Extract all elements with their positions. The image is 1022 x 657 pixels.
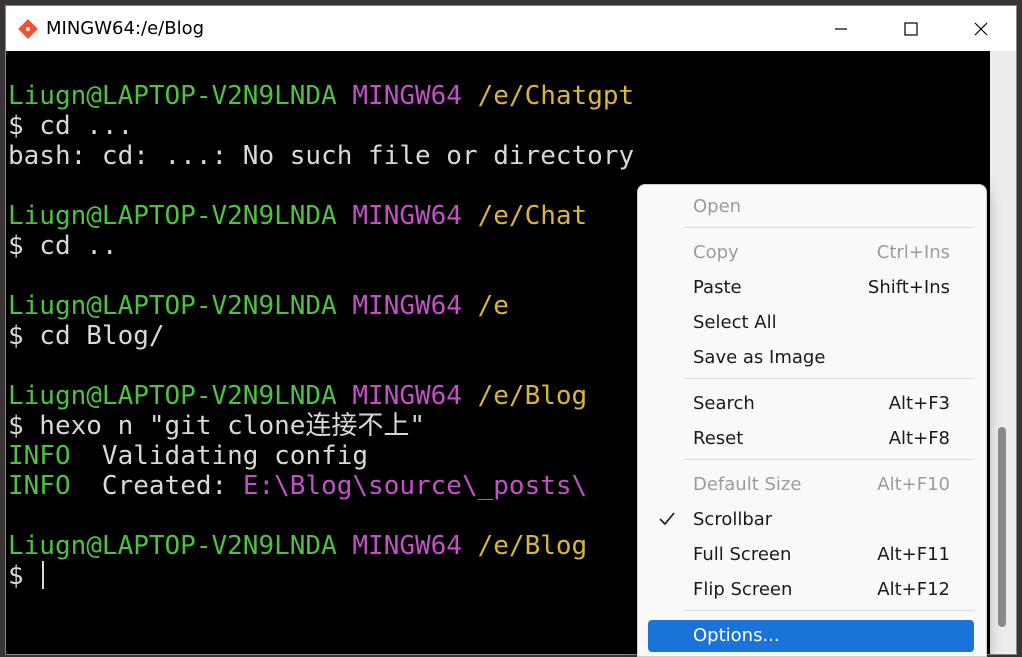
menu-item-full-screen[interactable]: Full Screen Alt+F11 [648, 539, 974, 571]
terminal-text: MINGW64 [336, 291, 462, 321]
menu-item-shortcut: Shift+Ins [867, 277, 950, 298]
terminal-text: /e/Blog [461, 381, 588, 411]
terminal-text: Liugn@LAPTOP-V2N9LNDA [8, 201, 337, 231]
git-logo-icon [16, 17, 40, 41]
menu-item-shortcut: Alt+F12 [877, 579, 950, 600]
terminal-text: MINGW64 [336, 531, 462, 561]
checkmark-icon [659, 512, 675, 526]
maximize-button[interactable] [876, 6, 946, 51]
menu-item-shortcut: Alt+F3 [888, 393, 950, 414]
terminal-text: bash: cd: ...: No such file or directory [8, 141, 635, 171]
menu-item-paste[interactable]: Paste Shift+Ins [648, 272, 974, 304]
terminal-text: Validating config [70, 441, 369, 471]
terminal-text: $ cd ... [8, 111, 134, 141]
terminal-text: /e/Blog [461, 531, 588, 561]
terminal-text: MINGW64 [336, 381, 462, 411]
menu-item-save-as-image[interactable]: Save as Image [648, 342, 974, 374]
terminal-text: E:\Blog\source\_posts\ [242, 471, 588, 501]
menu-item-label: Scrollbar [693, 509, 773, 530]
terminal-text: MINGW64 [336, 201, 462, 231]
menu-item-open: Open [648, 191, 974, 223]
terminal-text: Liugn@LAPTOP-V2N9LNDA [8, 81, 337, 111]
menu-item-shortcut: Ctrl+Ins [876, 242, 950, 263]
minimize-icon [835, 27, 847, 30]
menu-item-scrollbar[interactable]: Scrollbar [648, 504, 974, 536]
menu-separator [684, 227, 974, 228]
menu-item-label: Paste [693, 277, 742, 298]
menu-item-reset[interactable]: Reset Alt+F8 [648, 423, 974, 455]
minimize-button[interactable] [806, 6, 876, 51]
menu-item-label: Reset [693, 428, 744, 449]
menu-item-shortcut: Alt+F8 [888, 428, 950, 449]
terminal-text: $ [8, 561, 40, 591]
menu-separator [684, 610, 974, 611]
menu-item-options[interactable]: Options... [648, 620, 974, 652]
terminal-text: $ hexo n "git clone连接不上" [8, 411, 426, 441]
context-menu: Open Copy Ctrl+Ins Paste Shift+Ins Select All… [637, 184, 987, 657]
terminal-text: Liugn@LAPTOP-V2N9LNDA [8, 531, 337, 561]
menu-item-label: Default Size [693, 474, 802, 495]
menu-separator [684, 378, 974, 379]
scrollbar[interactable] [990, 51, 1016, 654]
menu-item-label: Select All [693, 312, 777, 333]
terminal-text: MINGW64 [336, 81, 462, 111]
close-icon [974, 22, 988, 35]
terminal-text: Created: [70, 471, 243, 501]
terminal-line: $ cd ... [8, 111, 988, 141]
terminal-text: /e/Chatgpt [461, 81, 635, 111]
window-title: MINGW64:/e/Blog [46, 18, 205, 39]
terminal-text: $ cd Blog/ [8, 321, 165, 351]
scrollbar-thumb[interactable] [998, 427, 1006, 627]
terminal-text: /e [461, 291, 509, 321]
close-button[interactable] [946, 6, 1016, 51]
terminal-text: /e/Chat [461, 201, 588, 231]
menu-item-search[interactable]: Search Alt+F3 [648, 388, 974, 420]
menu-item-label: Full Screen [693, 544, 792, 565]
menu-item-label: Open [693, 196, 742, 217]
menu-item-label: Copy [693, 242, 739, 263]
maximize-icon [904, 21, 918, 36]
menu-item-label: Search [693, 393, 755, 414]
text-cursor [42, 561, 45, 589]
menu-separator [684, 459, 974, 460]
terminal-text: INFO [8, 441, 71, 471]
terminal-line: bash: cd: ...: No such file or directory [8, 141, 988, 171]
menu-item-shortcut: Alt+F11 [877, 544, 950, 565]
terminal-text: Liugn@LAPTOP-V2N9LNDA [8, 381, 337, 411]
menu-item-label: Save as Image [693, 347, 826, 368]
menu-item-flip-screen[interactable]: Flip Screen Alt+F12 [648, 574, 974, 606]
menu-item-copy: Copy Ctrl+Ins [648, 237, 974, 269]
menu-item-shortcut: Alt+F10 [877, 474, 950, 495]
menu-item-label: Flip Screen [693, 579, 793, 600]
title-bar[interactable]: MINGW64:/e/Blog [6, 6, 1016, 51]
terminal-text: Liugn@LAPTOP-V2N9LNDA [8, 291, 337, 321]
menu-item-default-size: Default Size Alt+F10 [648, 469, 974, 501]
terminal-line: Liugn@LAPTOP-V2N9LNDA MINGW64 /e/Chatgpt [8, 81, 988, 111]
terminal-text: $ cd .. [8, 231, 118, 261]
menu-item-label: Options... [693, 625, 780, 646]
menu-item-select-all[interactable]: Select All [648, 307, 974, 339]
terminal-text: INFO [8, 471, 71, 501]
